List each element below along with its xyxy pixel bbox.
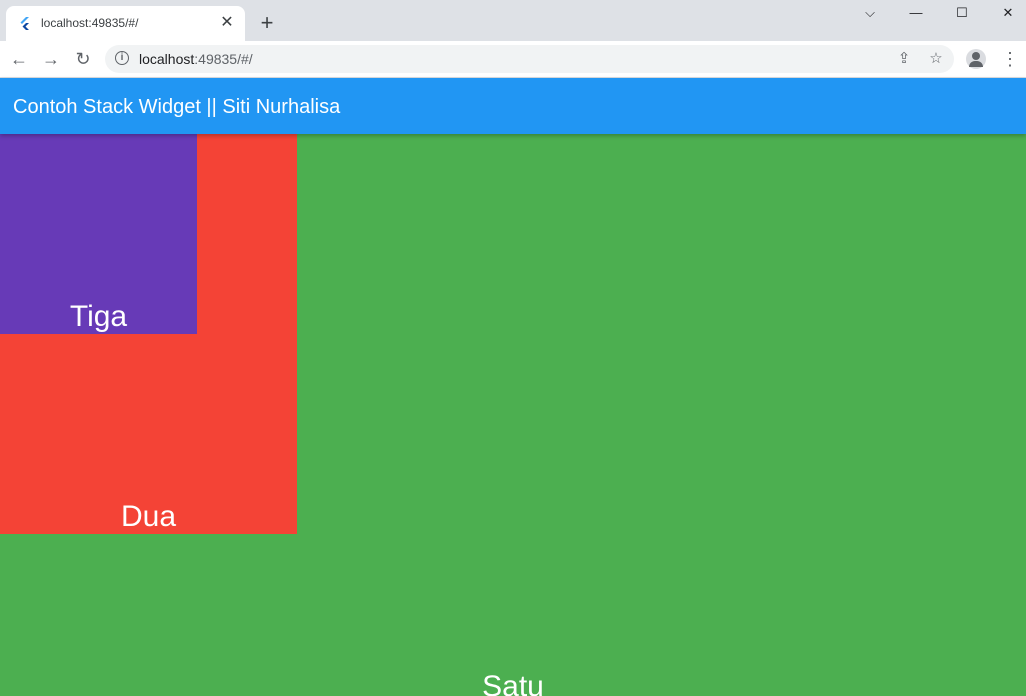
chevron-down-icon[interactable]: ⌵ <box>847 0 893 26</box>
box-satu-label: Satu <box>482 670 544 696</box>
page-title: Contoh Stack Widget || Siti Nurhalisa <box>13 96 341 118</box>
tab-strip: localhost:49835/#/ ✕ + ⌵ — ☐ ✕ <box>0 0 1026 41</box>
browser-tab[interactable]: localhost:49835/#/ ✕ <box>6 6 245 41</box>
url-text[interactable]: localhost:49835/#/ <box>139 51 253 67</box>
plus-icon[interactable]: + <box>256 12 278 34</box>
share-icon[interactable]: ⇪ <box>895 50 913 68</box>
forward-arrow-icon[interactable]: → <box>39 47 63 71</box>
kebab-menu-icon[interactable]: ⋮ <box>1000 47 1020 71</box>
profile-icon[interactable] <box>966 49 986 69</box>
tab-title: localhost:49835/#/ <box>41 16 139 30</box>
minimize-icon[interactable]: — <box>893 0 939 26</box>
app-bar: Contoh Stack Widget || Siti Nurhalisa <box>0 78 1026 134</box>
flutter-icon <box>20 17 29 30</box>
star-icon[interactable]: ☆ <box>927 50 945 68</box>
reload-icon[interactable]: ↻ <box>71 47 95 71</box>
back-arrow-icon[interactable]: ← <box>7 47 31 71</box>
maximize-icon[interactable]: ☐ <box>939 0 985 26</box>
stack-widget: Satu Dua Tiga <box>0 134 1026 696</box>
box-tiga: Tiga <box>0 134 197 334</box>
close-window-icon[interactable]: ✕ <box>985 0 1026 26</box>
browser-toolbar: ← → ↻ i localhost:49835/#/ ⇪ ☆ ⋮ <box>0 41 1026 78</box>
box-dua-label: Dua <box>120 500 177 533</box>
close-icon[interactable]: ✕ <box>218 14 236 32</box>
address-bar[interactable]: i localhost:49835/#/ ⇪ ☆ <box>105 45 954 73</box>
info-icon[interactable]: i <box>115 51 129 65</box>
box-tiga-label: Tiga <box>69 300 128 333</box>
